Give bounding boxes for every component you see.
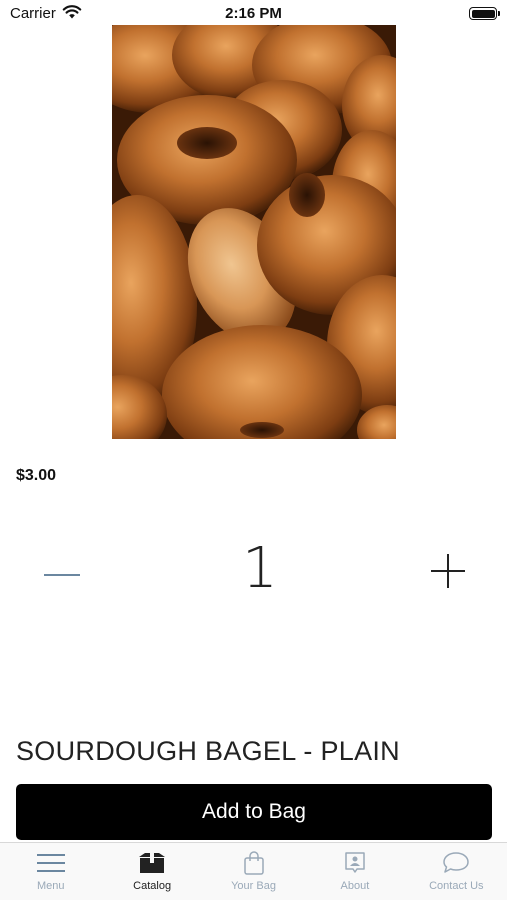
catalog-icon: [139, 853, 166, 873]
quantity-value: 1: [242, 536, 278, 601]
clock: 2:16 PM: [225, 5, 282, 22]
bagel-photo: [112, 25, 396, 439]
menu-icon: [36, 854, 65, 872]
status-bar: Carrier 2:16 PM: [0, 0, 507, 26]
battery-icon: [469, 7, 500, 20]
tab-label: Menu: [36, 880, 65, 892]
tab-contact-us[interactable]: Contact Us: [406, 843, 507, 900]
tab-label: Catalog: [133, 880, 172, 892]
tab-label: Your Bag: [231, 880, 276, 892]
quantity-decrease-button[interactable]: [38, 552, 86, 600]
product-price: $3.00: [16, 467, 57, 484]
minus-icon: [44, 574, 80, 576]
product-image: [112, 25, 396, 439]
tab-menu[interactable]: Menu: [0, 843, 101, 900]
tab-label: About: [340, 880, 370, 892]
chat-icon: [443, 852, 470, 873]
tab-label: Contact Us: [429, 880, 484, 892]
tab-about[interactable]: About: [304, 843, 405, 900]
bag-icon: [243, 851, 264, 875]
quantity-increase-button[interactable]: [424, 548, 472, 596]
add-to-bag-button[interactable]: Add to Bag: [16, 784, 492, 840]
tab-your-bag[interactable]: Your Bag: [203, 843, 304, 900]
tab-bar: Menu Catalog Your Bag About Contact Us: [0, 842, 507, 900]
product-name: SOURDOUGH BAGEL - PLAIN: [16, 736, 400, 766]
about-icon: [345, 852, 365, 873]
tab-catalog[interactable]: Catalog: [101, 843, 202, 900]
